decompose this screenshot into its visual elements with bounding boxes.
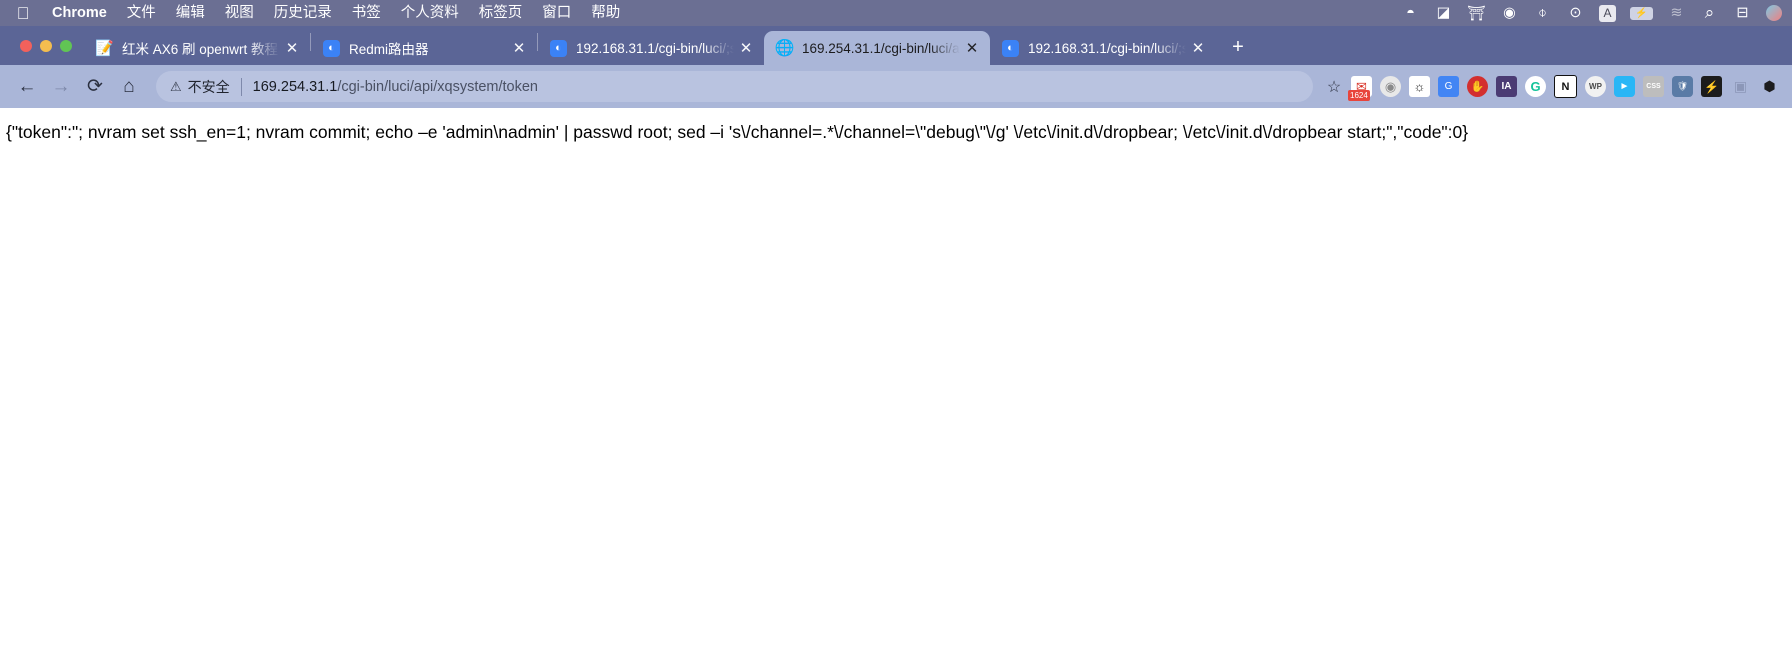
menubar-items:  Chrome 文件 编辑 视图 历史记录 书签 个人资料 标签页 窗口 帮助 — [12, 0, 630, 26]
back-button[interactable]: ← — [10, 70, 44, 104]
notion-web-clipper-icon[interactable]: N — [1554, 75, 1577, 98]
minimize-window-button[interactable] — [40, 39, 52, 52]
wifi-icon: ◐ — [1002, 39, 1019, 57]
menu-item-profiles[interactable]: 个人资料 — [391, 0, 469, 26]
screenshot-extension-icon[interactable]: ▣ — [1730, 76, 1751, 97]
reload-button[interactable]: ⟳ — [78, 70, 112, 104]
grammar-extension-icon[interactable]: ◉ — [1380, 76, 1401, 97]
maximize-window-button[interactable] — [60, 39, 72, 52]
menu-item-window[interactable]: 窗口 — [532, 0, 581, 26]
menu-item-edit[interactable]: 编辑 — [166, 0, 215, 26]
warning-triangle-icon: ⚠ — [170, 78, 182, 94]
wifi-off-icon[interactable]: ≋ — [1667, 4, 1686, 23]
browser-tab[interactable]: ◐ 192.168.31.1/cgi-bin/luci/;stok= ✕ — [990, 31, 1216, 65]
gmail-extension-icon[interactable]: ✉ 1624 — [1348, 76, 1372, 101]
menu-item-bookmarks[interactable]: 书签 — [342, 0, 391, 26]
url-host: 169.254.31.1 — [252, 78, 338, 95]
tab-title: Redmi路由器 — [349, 42, 429, 57]
home-button[interactable]: ⌂ — [112, 70, 146, 104]
menu-item-file[interactable]: 文件 — [117, 0, 166, 26]
omnibox-divider — [240, 77, 242, 96]
browser-toolbar: ← → ⟳ ⌂ ⚠ 不安全 169.254.31.1/cgi-bin/luci/… — [0, 65, 1792, 108]
new-tab-button[interactable]: + — [1224, 33, 1252, 61]
vpn-icon[interactable]: ◉ — [1500, 4, 1519, 23]
url-text: 169.254.31.1/cgi-bin/luci/api/xqsystem/t… — [253, 79, 538, 95]
json-response-body: {"token":"; nvram set ssh_en=1; nvram co… — [6, 122, 1469, 142]
menu-item-view[interactable]: 视图 — [215, 0, 264, 26]
incognito-proxy-extension-icon[interactable]: ☼ — [1409, 76, 1430, 97]
video-downloader-extension-icon[interactable]: ► — [1614, 76, 1635, 97]
instapaper-extension-icon[interactable]: IA — [1496, 76, 1517, 97]
wifi-icon: ◐ — [550, 39, 567, 57]
menu-item-tab[interactable]: 标签页 — [469, 0, 533, 26]
address-bar[interactable]: ⚠ 不安全 169.254.31.1/cgi-bin/luci/api/xqsy… — [156, 71, 1313, 102]
gmail-unread-badge: 1624 — [1348, 90, 1370, 101]
browser-tab[interactable]: ◐ Redmi路由器 ✕ — [311, 31, 537, 65]
user-avatar-icon[interactable] — [1766, 5, 1782, 21]
tab-close-icon[interactable]: ✕ — [282, 38, 302, 58]
ssl-checker-extension-icon[interactable]: 🛡 — [1672, 76, 1693, 97]
apple-logo-icon[interactable]:  — [12, 5, 34, 22]
forward-button[interactable]: → — [44, 70, 78, 104]
close-window-button[interactable] — [20, 39, 32, 52]
battery-charging-icon[interactable]: ⚡ — [1630, 6, 1653, 20]
google-translate-extension-icon[interactable]: G — [1438, 76, 1459, 97]
extension-icons: ✉ 1624 ◉ ☼ G ✋ IA G N WP ► CSS 🛡 ⚡ ▣ ⬢ — [1348, 75, 1782, 101]
tab-close-icon[interactable]: ✕ — [736, 38, 756, 58]
media-player-icon[interactable]: ⊙ — [1566, 4, 1585, 23]
input-source-icon[interactable]: A — [1599, 4, 1616, 22]
tab-title: 192.168.31.1/cgi-bin/luci/;stok= — [576, 40, 734, 56]
note-icon: 📝 — [95, 40, 114, 57]
timer-icon[interactable]: ⌽ — [1533, 4, 1552, 23]
tab-close-icon[interactable]: ✕ — [962, 38, 982, 58]
menu-item-chrome[interactable]: Chrome — [42, 0, 117, 26]
browser-tab-active[interactable]: 🌐 169.254.31.1/cgi-bin/luci/api/xq ✕ — [764, 31, 990, 65]
bartender-icon[interactable]: ⛩ — [1467, 4, 1486, 23]
adblock-extension-icon[interactable]: ✋ — [1467, 76, 1488, 97]
wifi-icon: ◐ — [323, 39, 340, 57]
browser-tab[interactable]: ◐ 192.168.31.1/cgi-bin/luci/;stok= ✕ — [538, 31, 764, 65]
window-controls — [10, 26, 84, 65]
browser-tabstrip: 📝 红米 AX6 刷 openwrt 教程 | 软路 ✕ ◐ Redmi路由器 … — [0, 26, 1792, 65]
tab-close-icon[interactable]: ✕ — [509, 38, 529, 58]
security-status-label[interactable]: 不安全 — [188, 77, 230, 97]
tab-title: 169.254.31.1/cgi-bin/luci/api/xq — [802, 40, 960, 56]
tab-title: 192.168.31.1/cgi-bin/luci/;stok= — [1028, 40, 1186, 56]
tab-title: 红米 AX6 刷 openwrt 教程 | 软路 — [122, 42, 280, 57]
spotlight-search-icon[interactable]: ⌕ — [1700, 3, 1719, 23]
menu-item-history[interactable]: 历史记录 — [264, 0, 342, 26]
control-center-icon[interactable]: ⊟ — [1733, 4, 1752, 23]
bookmark-star-icon[interactable]: ☆ — [1321, 74, 1347, 100]
screen-recorder-icon[interactable]: ◪ — [1434, 4, 1453, 23]
tab-close-icon[interactable]: ✕ — [1188, 38, 1208, 58]
tab-list: 📝 红米 AX6 刷 openwrt 教程 | 软路 ✕ ◐ Redmi路由器 … — [84, 26, 1216, 65]
browser-tab[interactable]: 📝 红米 AX6 刷 openwrt 教程 | 软路 ✕ — [84, 31, 310, 65]
onepassword-icon[interactable]: ◓ — [1401, 4, 1420, 23]
page-content: {"token":"; nvram set ssh_en=1; nvram co… — [0, 108, 1792, 654]
menu-item-help[interactable]: 帮助 — [581, 0, 630, 26]
menubar-status-icons: ◓ ◪ ⛩ ◉ ⌽ ⊙ A ⚡ ≋ ⌕ ⊟ — [1401, 0, 1782, 26]
globe-icon: 🌐 — [774, 40, 795, 57]
stylus-extension-icon[interactable]: ⚡ — [1701, 76, 1722, 97]
macos-menubar:  Chrome 文件 编辑 视图 历史记录 书签 个人资料 标签页 窗口 帮助… — [0, 0, 1792, 26]
wappalyzer-extension-icon[interactable]: WP — [1585, 76, 1606, 97]
css-viewer-extension-icon[interactable]: CSS — [1643, 76, 1664, 97]
grammarly-extension-icon[interactable]: G — [1525, 76, 1546, 97]
url-path: /cgi-bin/luci/api/xqsystem/token — [337, 78, 538, 95]
extensions-menu-icon[interactable]: ⬢ — [1759, 76, 1780, 97]
